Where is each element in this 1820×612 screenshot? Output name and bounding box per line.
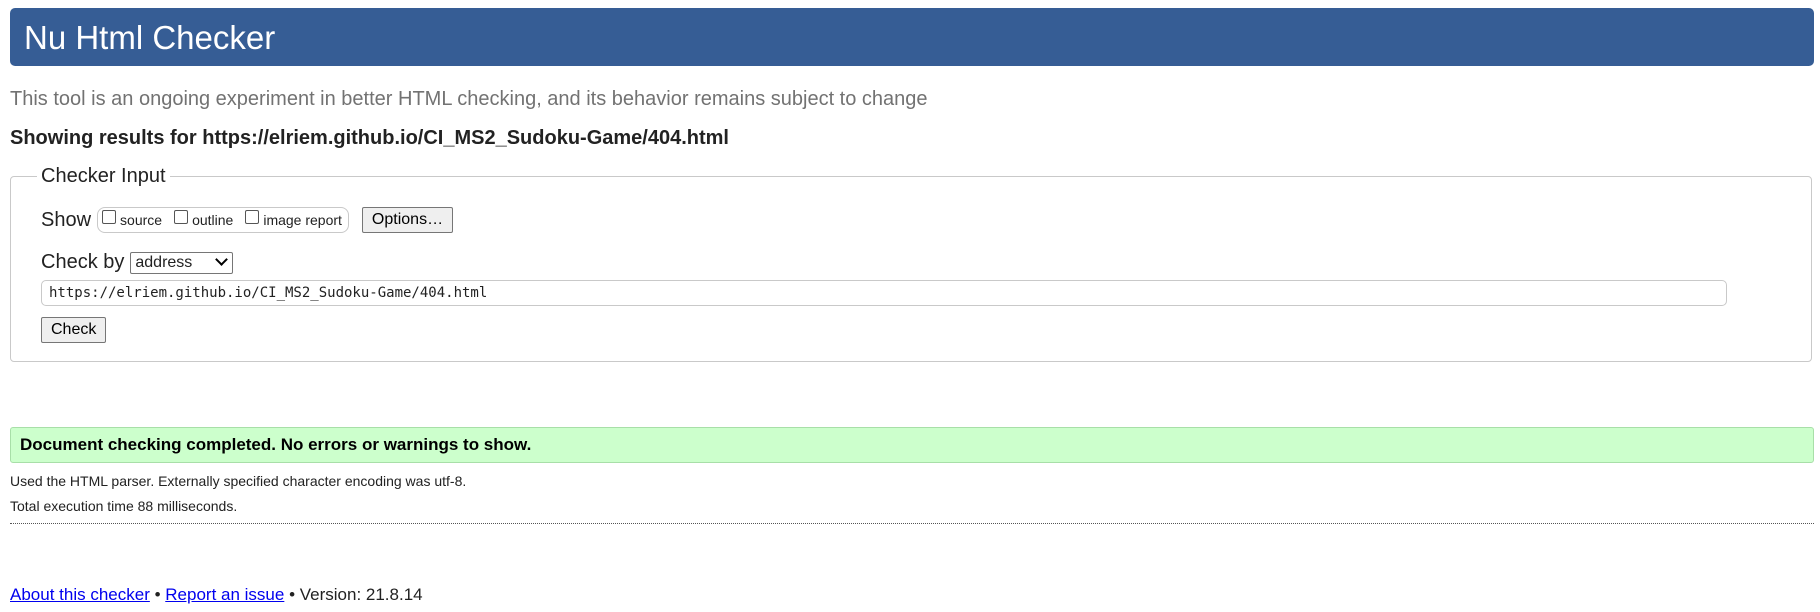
show-row: Show source outline image report Options… xyxy=(41,207,454,233)
check-by-selected-value: address xyxy=(135,253,193,271)
footer: About this checker • Report an issue • V… xyxy=(10,585,423,605)
check-by-row: Check by address xyxy=(41,251,234,274)
success-message-box: Document checking completed. No errors o… xyxy=(10,427,1814,463)
url-input[interactable]: https://elriem.github.io/CI_MS2_Sudoku-G… xyxy=(41,280,1727,306)
checker-input-legend: Checker Input xyxy=(37,165,170,188)
page-title: Nu Html Checker xyxy=(24,19,276,56)
source-checkbox[interactable] xyxy=(102,210,117,224)
divider xyxy=(10,523,1814,524)
chevron-down-icon xyxy=(215,253,229,266)
image-report-checkbox-label: image report xyxy=(263,212,342,228)
check-by-select[interactable]: address xyxy=(130,251,234,274)
execution-time: Total execution time 88 milliseconds. xyxy=(10,498,238,514)
outline-checkbox[interactable] xyxy=(174,210,189,224)
show-outline-option[interactable]: outline xyxy=(174,210,234,228)
show-label: Show xyxy=(41,208,92,231)
check-by-label: Check by xyxy=(41,251,125,273)
success-message: Document checking completed. No errors o… xyxy=(20,435,532,454)
results-heading: Showing results for https://elriem.githu… xyxy=(10,127,729,149)
show-options-group: source outline image report xyxy=(97,207,349,233)
image-report-checkbox[interactable] xyxy=(245,210,260,224)
check-button[interactable]: Check xyxy=(41,317,107,343)
checker-input-fieldset: Checker Input Show source outline image … xyxy=(10,165,1812,362)
page-header: Nu Html Checker xyxy=(10,8,1814,66)
version-text: • Version: 21.8.14 xyxy=(284,585,423,604)
parser-info: Used the HTML parser. Externally specifi… xyxy=(10,473,467,489)
outline-checkbox-label: outline xyxy=(192,212,234,228)
intro-text: This tool is an ongoing experiment in be… xyxy=(10,88,928,110)
show-image-report-option[interactable]: image report xyxy=(245,210,342,228)
options-button[interactable]: Options… xyxy=(361,207,454,233)
source-checkbox-label: source xyxy=(120,212,163,228)
about-checker-link[interactable]: About this checker xyxy=(10,585,150,604)
report-issue-link[interactable]: Report an issue xyxy=(165,585,284,604)
footer-separator: • xyxy=(149,585,166,604)
show-source-option[interactable]: source xyxy=(102,210,163,228)
